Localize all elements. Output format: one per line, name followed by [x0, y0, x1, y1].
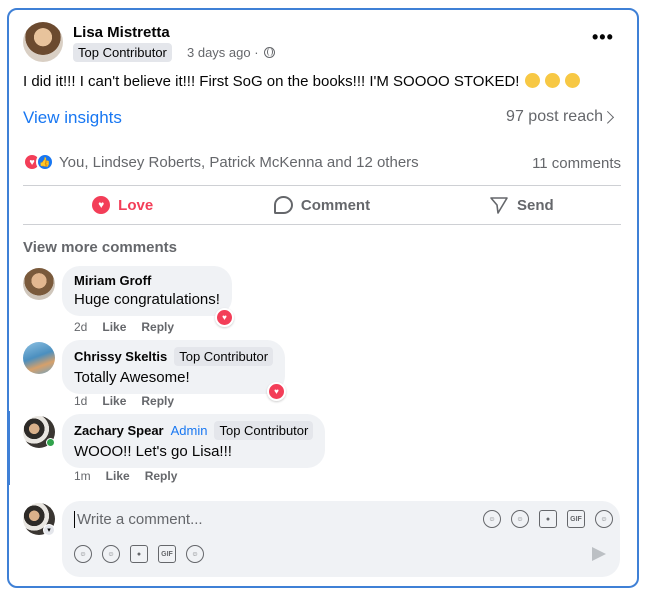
highlight-bar: [7, 411, 10, 485]
view-more-comments-link[interactable]: View more comments: [23, 239, 177, 256]
more-options-button[interactable]: •••: [592, 27, 614, 48]
comment-meta: 1m Like Reply: [74, 469, 177, 483]
post-timestamp[interactable]: 3 days ago ·: [187, 45, 275, 60]
comment-text: Totally Awesome!: [74, 369, 190, 386]
comment-icon: [273, 196, 293, 214]
emoji-icon[interactable]: ☺: [102, 545, 120, 563]
globe-icon: [263, 47, 275, 58]
comment-time[interactable]: 1m: [74, 469, 91, 483]
grinning-face-icon: [544, 73, 560, 88]
comment-text: Huge congratulations!: [74, 291, 220, 308]
comment-bubble: Zachary Spear Admin Top Contributor WOOO…: [62, 414, 326, 468]
chevron-down-icon[interactable]: ▾: [43, 524, 55, 536]
comment-text: WOOO!! Let's go Lisa!!!: [74, 443, 232, 460]
top-contributor-badge[interactable]: Top Contributor: [174, 347, 274, 366]
heart-icon: ♥: [92, 196, 111, 214]
comment-like-button[interactable]: Like: [102, 394, 126, 408]
post-time[interactable]: 3 days ago ·: [187, 45, 259, 60]
comment-love-reaction-icon[interactable]: ♥: [267, 382, 286, 401]
comment-reply-button[interactable]: Reply: [141, 320, 174, 334]
like-reaction-icon: 👍: [36, 153, 54, 171]
gif-icon[interactable]: GIF: [567, 510, 585, 528]
comment-reply-button[interactable]: Reply: [141, 394, 174, 408]
sticker-icon[interactable]: ☺: [186, 545, 204, 563]
send-label: Send: [516, 196, 554, 214]
divider: [23, 224, 621, 225]
comment-like-button[interactable]: Like: [106, 469, 130, 483]
commenter-avatar[interactable]: [23, 268, 55, 300]
top-contributor-badge[interactable]: Top Contributor: [214, 421, 314, 440]
commenter-name[interactable]: Zachary Spear Admin Top Contributor: [74, 421, 314, 440]
post-body: I did it!!! I can't believe it!!! First …: [23, 73, 580, 90]
love-label: Love: [118, 196, 154, 214]
send-comment-button[interactable]: [592, 547, 606, 561]
comment-time[interactable]: 1d: [74, 394, 87, 408]
send-button[interactable]: Send: [422, 186, 621, 224]
comment-love-reaction-icon[interactable]: ♥: [215, 308, 234, 327]
sticker-icon[interactable]: ☺: [595, 510, 613, 528]
zany-face-icon: [564, 73, 580, 88]
commenter-avatar[interactable]: [23, 342, 55, 374]
gif-icon[interactable]: GIF: [158, 545, 176, 563]
comment-input[interactable]: Write a comment...: [74, 511, 203, 528]
commenter-name-text[interactable]: Chrissy Skeltis: [74, 349, 167, 364]
comment-meta: 2d Like Reply: [74, 320, 174, 334]
author-avatar[interactable]: [23, 22, 63, 62]
post-reach[interactable]: 97 post reach: [506, 108, 603, 126]
comment-composer: Write a comment... ☺ ☺ ● GIF ☺ ☺ ☺ ● GIF…: [62, 501, 620, 577]
post-author-name[interactable]: Lisa Mistretta: [73, 24, 170, 41]
online-status-indicator: [46, 438, 55, 447]
commenter-name[interactable]: Miriam Groff: [74, 273, 220, 288]
comment-reply-button[interactable]: Reply: [145, 469, 178, 483]
commenter-name-text[interactable]: Miriam Groff: [74, 273, 151, 288]
avatar-sticker-icon[interactable]: ☺: [483, 510, 501, 528]
admin-label: Admin: [170, 423, 208, 438]
commenter-name[interactable]: Chrissy Skeltis Top Contributor: [74, 347, 274, 366]
upside-down-face-icon: [524, 73, 540, 88]
top-contributor-badge[interactable]: Top Contributor: [73, 43, 172, 62]
comment-button[interactable]: Comment: [222, 186, 421, 224]
camera-icon[interactable]: ●: [130, 545, 148, 563]
post-text: I did it!!! I can't believe it!!! First …: [23, 73, 520, 90]
reactions-summary[interactable]: ♥ 👍 You, Lindsey Roberts, Patrick McKenn…: [23, 153, 419, 171]
reaction-names[interactable]: You, Lindsey Roberts, Patrick McKenna an…: [59, 154, 419, 171]
commenter-name-text[interactable]: Zachary Spear: [74, 423, 164, 438]
comment-like-button[interactable]: Like: [102, 320, 126, 334]
avatar-sticker-icon[interactable]: ☺: [74, 545, 92, 563]
post-actions: ♥ Love Comment Send: [23, 186, 621, 224]
post-card: Lisa Mistretta Top Contributor 3 days ag…: [7, 8, 639, 588]
camera-icon[interactable]: ●: [539, 510, 557, 528]
comment-label: Comment: [300, 196, 371, 214]
comment-bubble: Chrissy Skeltis Top Contributor Totally …: [62, 340, 286, 394]
send-icon: [490, 197, 508, 214]
comment-meta: 1d Like Reply: [74, 394, 174, 408]
view-insights-link[interactable]: View insights: [23, 108, 122, 128]
love-button[interactable]: ♥ Love: [23, 186, 222, 224]
emoji-icon[interactable]: ☺: [511, 510, 529, 528]
comment-bubble: Miriam Groff Huge congratulations!: [62, 266, 232, 316]
comments-count[interactable]: 11 comments: [532, 155, 621, 172]
chevron-right-icon[interactable]: [601, 110, 615, 124]
comment-time[interactable]: 2d: [74, 320, 87, 334]
